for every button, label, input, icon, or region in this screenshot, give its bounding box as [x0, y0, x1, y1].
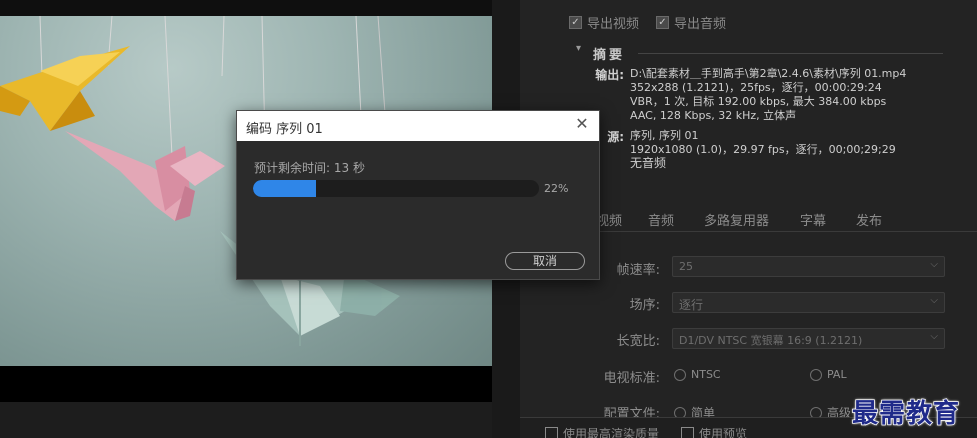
checkbox-icon [681, 427, 694, 438]
close-icon[interactable]: ✕ [573, 115, 591, 133]
chevron-down-icon: ⌵ [930, 331, 938, 342]
progress-percent: 22% [544, 182, 569, 195]
source-name: 序列, 序列 01 [630, 129, 699, 142]
tab-multiplexer[interactable]: 多路复用器 [704, 210, 769, 229]
output-video-info: 352x288 (1.2121)，25fps，逐行，00:00:29:24 [630, 81, 882, 94]
summary-title: 摘要 [593, 48, 626, 63]
source-audio-info: 无音频 [630, 156, 667, 170]
use-previews-label: 使用预览 [699, 427, 748, 438]
frame-rate-value: 25 [679, 260, 693, 273]
source-video-info: 1920x1080 (1.0)，29.97 fps，逐行，00;00;29;29 [630, 143, 896, 156]
export-video-label: 导出视频 [587, 17, 640, 32]
chevron-down-icon: ⌵ [930, 295, 938, 306]
checkbox-icon [545, 427, 558, 438]
max-render-quality-label: 使用最高渲染质量 [563, 427, 660, 438]
output-path[interactable]: D:\配套素材＿手到高手\第2章\2.4.6\素材\序列 01.mp4 [630, 66, 906, 81]
radio-icon [810, 368, 822, 381]
tab-publish[interactable]: 发布 [856, 210, 882, 229]
remaining-time-text: 预计剩余时间: 13 秒 [254, 161, 365, 175]
frame-rate-dropdown[interactable]: 25 ⌵ [672, 256, 945, 277]
encoding-dialog: 编码 序列 01 ✕ 预计剩余时间: 13 秒 22% 取消 [236, 110, 600, 280]
pink-crane [65, 131, 225, 221]
progress-bar [253, 180, 539, 197]
preview-footer [0, 402, 492, 438]
field-order-value: 逐行 [679, 298, 704, 312]
output-bitrate-info: VBR，1 次, 目标 192.00 kbps, 最大 384.00 kbps [630, 95, 887, 108]
aspect-value: D1/DV NTSC 宽银幕 16:9 (1.2121) [679, 334, 863, 347]
field-order-dropdown[interactable]: 逐行 ⌵ [672, 292, 945, 313]
tv-ntsc-label: NTSC [691, 368, 721, 381]
tv-standard-label: 电视标准: [603, 371, 660, 386]
output-label: 输出: [595, 68, 624, 82]
tab-audio[interactable]: 音频 [648, 210, 674, 229]
cancel-button[interactable]: 取消 [505, 252, 585, 270]
field-order-label: 场序: [629, 298, 660, 313]
frame-rate-label: 帧速率: [616, 263, 660, 278]
watermark-logo: 最需教育 [851, 398, 961, 430]
max-render-quality-checkbox[interactable]: 使用最高渲染质量 [545, 425, 659, 438]
tv-pal-label: PAL [827, 368, 847, 381]
summary-divider [638, 53, 943, 54]
tab-captions[interactable]: 字幕 [800, 210, 826, 229]
progress-fill [253, 180, 316, 197]
export-video-checkbox[interactable]: ✓ 导出视频 [569, 13, 639, 32]
dialog-titlebar[interactable]: 编码 序列 01 ✕ [237, 111, 599, 141]
use-previews-checkbox[interactable]: 使用预览 [681, 425, 747, 438]
export-audio-checkbox[interactable]: ✓ 导出音频 [656, 13, 726, 32]
preview-letterbox [0, 366, 492, 402]
chevron-down-icon[interactable]: ▾ [576, 43, 581, 54]
checkmark-icon: ✓ [656, 16, 669, 29]
chevron-down-icon: ⌵ [930, 259, 938, 270]
radio-icon [674, 368, 686, 381]
checkmark-icon: ✓ [569, 16, 582, 29]
tv-pal-radio[interactable]: PAL [810, 368, 847, 381]
aspect-dropdown[interactable]: D1/DV NTSC 宽银幕 16:9 (1.2121) ⌵ [672, 328, 945, 349]
yellow-crane [0, 46, 130, 131]
tv-ntsc-radio[interactable]: NTSC [674, 368, 721, 381]
aspect-label: 长宽比: [616, 334, 660, 349]
output-audio-info: AAC, 128 Kbps, 32 kHz, 立体声 [630, 109, 797, 122]
dialog-title: 编码 序列 01 [246, 122, 323, 137]
export-audio-label: 导出音频 [674, 17, 727, 32]
